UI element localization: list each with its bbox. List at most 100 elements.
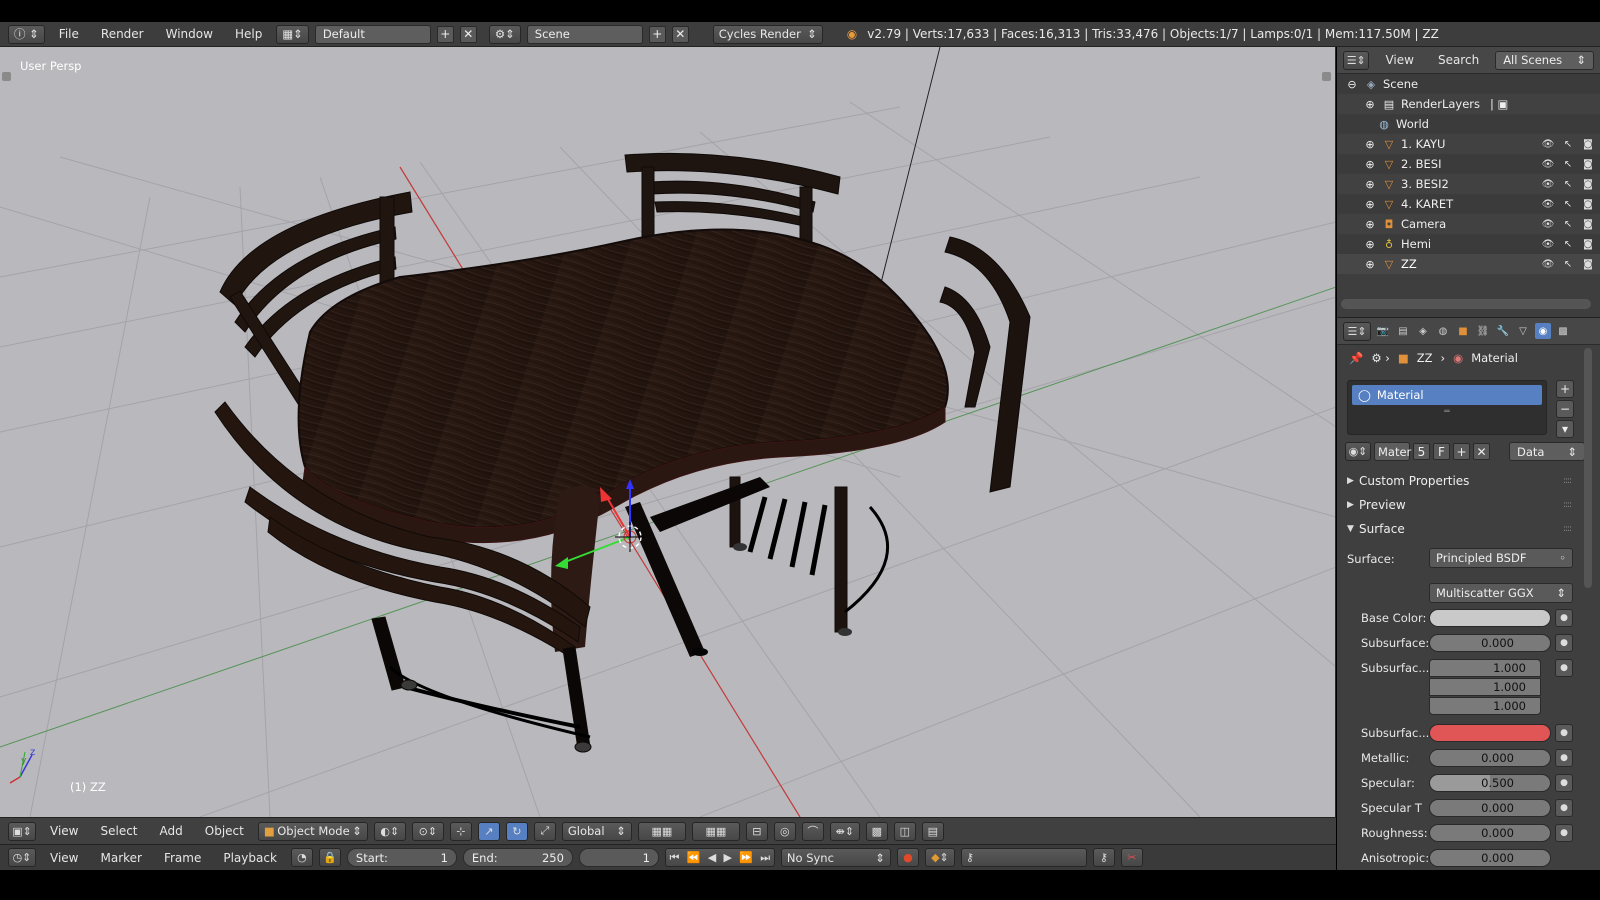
tree-item-karet[interactable]: ⊕ ▽ 4. KARET 👁 ↖ ◙ <box>1337 194 1600 214</box>
cursor-select-icon[interactable]: ↖ <box>1562 178 1574 190</box>
scale-manipulator[interactable]: ⤢ <box>533 821 556 841</box>
expand-icon[interactable]: ⊕ <box>1363 97 1377 111</box>
properties-scrollbar[interactable] <box>1584 348 1592 588</box>
menu-help[interactable]: Help <box>227 27 270 41</box>
eye-icon[interactable]: 👁 <box>1542 158 1555 170</box>
tree-item-camera[interactable]: ⊕ ◘ Camera 👁 ↖ ◙ <box>1337 214 1600 234</box>
eye-icon[interactable]: 👁 <box>1542 238 1555 250</box>
world-tab-icon[interactable]: ◍ <box>1435 323 1451 339</box>
render-camera-icon[interactable]: ◙ <box>1582 218 1594 230</box>
pivot-select[interactable]: ⊙⇕ <box>411 821 444 841</box>
add-scene-icon[interactable]: + <box>648 25 666 43</box>
3d-viewport[interactable]: z y User Persp (1) ZZ <box>0 47 1336 817</box>
keying-set-field[interactable]: ⚷ <box>960 848 1087 867</box>
properties-editor[interactable]: ☰⇕ 📷 ▤ ◈ ◍ ■ ⛓ 🔧 ▽ ◉ ▩ 📌 ⚙ › ■ ZZ › ◉ Ma… <box>1337 317 1600 870</box>
cursor-select-icon[interactable]: ↖ <box>1562 218 1574 230</box>
tree-item-besi2[interactable]: ⊕ ▽ 3. BESI2 👁 ↖ ◙ <box>1337 174 1600 194</box>
expand-icon[interactable]: ⊕ <box>1363 217 1377 231</box>
panel-custom-properties[interactable]: ▶ Custom Properties:::: <box>1347 470 1573 492</box>
remove-scene-icon[interactable]: ✕ <box>671 25 689 43</box>
orientation-select[interactable]: Global ⇕ <box>561 821 632 841</box>
outliner-scrollbar[interactable] <box>1341 299 1591 309</box>
object-tab-icon[interactable]: ■ <box>1455 323 1471 339</box>
distribution-select[interactable]: Multiscatter GGX ⇕ <box>1429 583 1573 603</box>
timeline-menu-frame[interactable]: Frame <box>156 851 209 865</box>
panel-preview[interactable]: ▶ Preview:::: <box>1347 494 1573 516</box>
eye-icon[interactable]: 👁 <box>1542 138 1555 150</box>
eye-icon[interactable]: 👁 <box>1542 258 1555 270</box>
jump-start-icon[interactable]: ⏮ <box>670 851 680 865</box>
subsurface-radius-link-icon[interactable]: ● <box>1555 659 1573 677</box>
add-layout-icon[interactable]: + <box>436 25 454 43</box>
outliner[interactable]: ☰⇕ View Search All Scenes ⇕ ⊖ ◈ Scene ⊕ ▤ Ren… <box>1337 47 1600 317</box>
prev-key-icon[interactable]: ⏪ <box>687 851 701 864</box>
outliner-menu-view[interactable]: View <box>1377 53 1421 67</box>
specular-link-icon[interactable]: ● <box>1555 774 1573 792</box>
texture-tab-icon[interactable]: ▩ <box>1555 323 1571 339</box>
specular-tint-field[interactable]: 0.000 <box>1429 799 1551 817</box>
jump-end-icon[interactable]: ⏭ <box>760 851 770 865</box>
subsurface-color-field[interactable] <box>1429 724 1551 742</box>
subsurface-radius-y[interactable]: 1.000 <box>1429 678 1541 696</box>
users-count[interactable]: 5 <box>1413 443 1430 460</box>
base-color-link-icon[interactable]: ● <box>1555 609 1573 627</box>
sync-select[interactable]: No Sync ⇕ <box>780 848 891 867</box>
grip-icon[interactable]: :::: <box>1563 524 1572 534</box>
specular-tint-link-icon[interactable]: ● <box>1555 799 1573 817</box>
viewport-scene[interactable]: z y <box>0 47 1336 817</box>
current-frame-field[interactable]: 1 <box>578 848 659 867</box>
menu-render[interactable]: Render <box>93 27 152 41</box>
grip-icon[interactable]: :::: <box>1563 500 1572 510</box>
playback-controls[interactable]: ⏮ ⏪ ◀ ▶ ⏩ ⏭ <box>664 848 775 867</box>
lock-range-icon[interactable]: 🔒 <box>318 848 341 867</box>
link-select[interactable]: Data ⇕ <box>1509 442 1585 461</box>
layers-grid-a[interactable]: ▦▦ <box>637 821 686 841</box>
region-toggle-left[interactable] <box>2 72 11 81</box>
end-frame-field[interactable]: End: 250 <box>462 848 573 867</box>
cursor-select-icon[interactable]: ↖ <box>1562 158 1574 170</box>
render-camera-icon[interactable]: ◙ <box>1582 158 1594 170</box>
render-camera-icon[interactable]: ◙ <box>1582 238 1594 250</box>
region-toggle-right[interactable] <box>1322 72 1331 81</box>
tree-item-zz[interactable]: ⊕ ▽ ZZ 👁 ↖ ◙ <box>1337 254 1600 274</box>
slot-specials-button[interactable]: ▾ <box>1556 420 1574 438</box>
data-tab-icon[interactable]: ▽ <box>1515 323 1531 339</box>
next-key-icon[interactable]: ⏩ <box>739 851 753 864</box>
metallic-link-icon[interactable]: ● <box>1555 749 1573 767</box>
tree-item-kayu[interactable]: ⊕ ▽ 1. KAYU 👁 ↖ ◙ <box>1337 134 1600 154</box>
render-camera-icon[interactable]: ◙ <box>1582 198 1594 210</box>
record-icon[interactable]: ● <box>896 848 919 867</box>
metallic-field[interactable]: 0.000 <box>1429 749 1551 767</box>
editor-type-properties[interactable]: ☰⇕ <box>1343 321 1371 341</box>
tree-item-besi[interactable]: ⊕ ▽ 2. BESI 👁 ↖ ◙ <box>1337 154 1600 174</box>
tree-item-scene[interactable]: ⊖ ◈ Scene <box>1337 74 1600 94</box>
surface-shader-select[interactable]: Principled BSDF ◦ <box>1429 548 1573 568</box>
material-slot-item[interactable]: ◯ Material <box>1352 385 1542 405</box>
new-material-icon[interactable]: + <box>1453 443 1470 460</box>
menu-select[interactable]: Select <box>92 824 145 838</box>
expand-icon[interactable]: ⊕ <box>1363 197 1377 211</box>
rotate-manipulator[interactable]: ↻ <box>505 821 528 841</box>
render-engine-select[interactable]: Cycles Render ⇕ <box>712 24 823 44</box>
timeline-menu-marker[interactable]: Marker <box>92 851 149 865</box>
translate-manipulator[interactable]: ↗ <box>477 821 500 841</box>
start-frame-field[interactable]: Start: 1 <box>346 848 457 867</box>
render-camera-icon[interactable]: ◙ <box>1582 138 1594 150</box>
material-slot-list[interactable]: ◯ Material ═ <box>1347 380 1547 435</box>
material-name-field[interactable]: Mater <box>1374 442 1411 461</box>
scene-name-field[interactable]: Scene <box>526 24 643 44</box>
editor-type-view3d[interactable]: ▣⇕ <box>8 821 36 841</box>
subsurface-field[interactable]: 0.000 <box>1429 634 1551 652</box>
snap-toggle-icon[interactable]: ⌒ <box>801 821 824 841</box>
list-resize-handle[interactable]: ═ <box>1348 407 1546 417</box>
expand-icon[interactable]: ⊕ <box>1363 177 1377 191</box>
remove-slot-button[interactable]: − <box>1556 400 1574 418</box>
subsurface-link-icon[interactable]: ● <box>1555 634 1573 652</box>
add-slot-button[interactable]: + <box>1556 380 1574 398</box>
eye-icon[interactable]: 👁 <box>1542 218 1555 230</box>
cursor-select-icon[interactable]: ↖ <box>1562 238 1574 250</box>
subsurface-radius-z[interactable]: 1.000 <box>1429 697 1541 715</box>
shading-select[interactable]: ◐⇕ <box>373 821 406 841</box>
grip-icon[interactable]: :::: <box>1563 476 1572 486</box>
editor-type-outliner[interactable]: ☰⇕ <box>1343 50 1370 70</box>
